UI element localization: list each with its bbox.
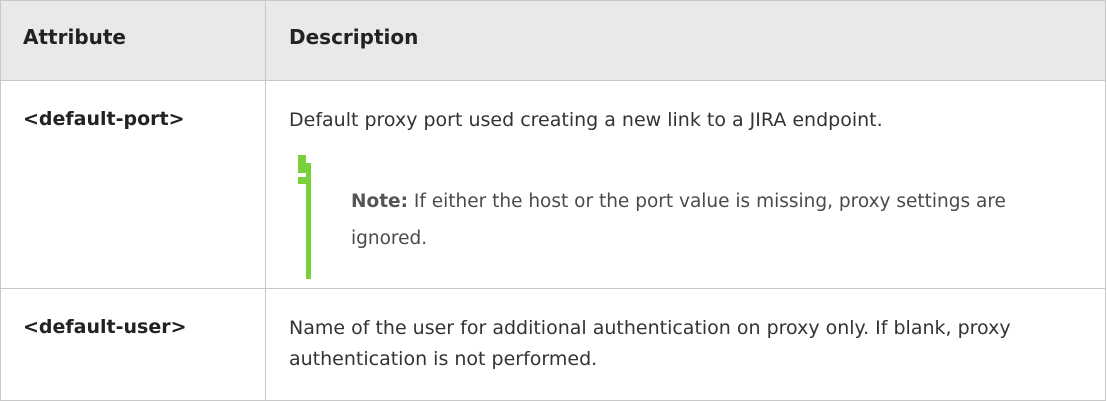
- attribute-description: Name of the user for additional authenti…: [289, 317, 1011, 370]
- attribute-cell: <default-user>: [0, 288, 266, 401]
- note-callout: Note: If either the host or the port val…: [298, 155, 1085, 279]
- header-attribute: Attribute: [0, 0, 266, 81]
- note-text: Note: If either the host or the port val…: [351, 183, 1069, 257]
- header-description: Description: [265, 0, 1106, 81]
- attribute-name: <default-port>: [23, 108, 185, 130]
- table-row: <default-port> Default proxy port used c…: [0, 80, 1106, 289]
- table-row: <default-user> Name of the user for addi…: [0, 288, 1106, 401]
- attribute-name: <default-user>: [23, 316, 187, 338]
- attribute-table: Attribute Description <default-port> Def…: [0, 0, 1106, 401]
- header-description-label: Description: [289, 25, 419, 49]
- attribute-description: Default proxy port used creating a new l…: [289, 109, 883, 131]
- note-body: If either the host or the port value is …: [351, 191, 1006, 249]
- description-cell: Default proxy port used creating a new l…: [265, 80, 1106, 289]
- attribute-cell: <default-port>: [0, 80, 266, 289]
- note-label: Note:: [351, 191, 408, 212]
- exclamation-icon: [298, 155, 306, 184]
- header-row: Attribute Description: [0, 0, 1106, 81]
- description-cell: Name of the user for additional authenti…: [265, 288, 1106, 401]
- header-attribute-label: Attribute: [23, 25, 126, 49]
